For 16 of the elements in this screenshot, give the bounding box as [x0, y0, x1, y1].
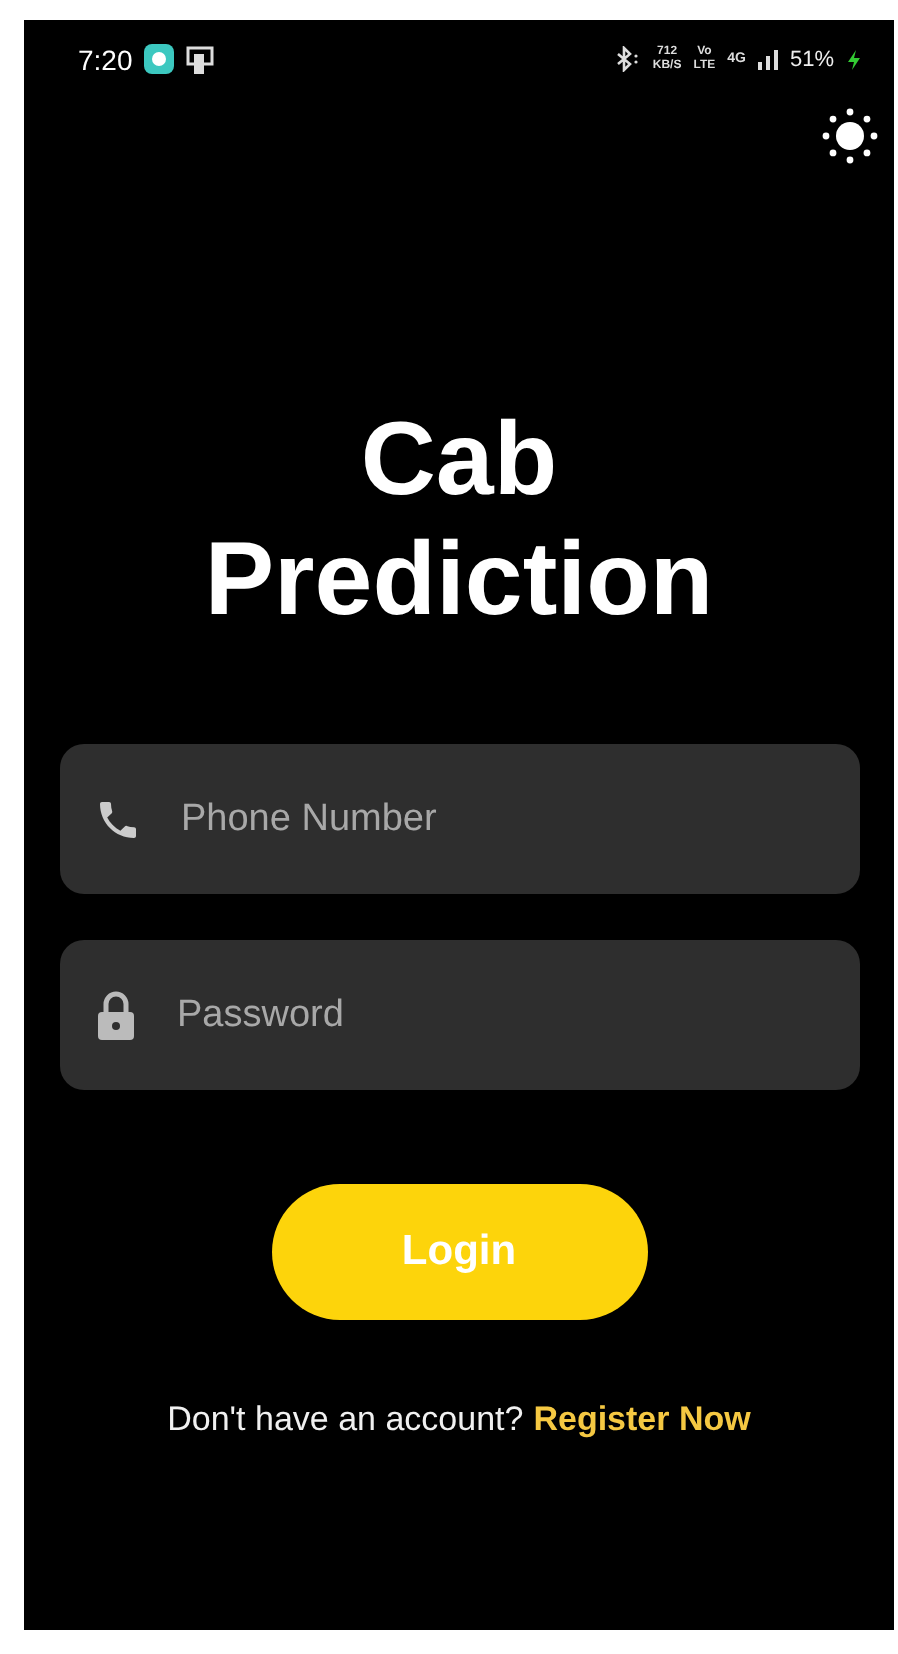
- bluetooth-icon: [614, 46, 641, 72]
- text-input[interactable]: Password: [173, 991, 859, 1039]
- battery-percent: 51%: [789, 47, 834, 71]
- chat-app-icon: [144, 44, 175, 74]
- phone-notification-icon: [186, 45, 215, 73]
- status-time: 7:20: [78, 43, 133, 75]
- password-field[interactable]: Password: [59, 940, 859, 1090]
- sun-icon[interactable]: [822, 108, 878, 164]
- register-link[interactable]: Register Now: [533, 1400, 751, 1440]
- lock-icon: [93, 989, 137, 1041]
- phone-field[interactable]: Phone Number: [59, 744, 859, 894]
- register-prompt: Don't have an account?: [167, 1400, 524, 1440]
- text-input[interactable]: Phone Number: [177, 795, 859, 843]
- app-title: Cab Prediction: [202, 400, 716, 640]
- charging-icon: [846, 49, 862, 69]
- signal-icon: [757, 49, 778, 69]
